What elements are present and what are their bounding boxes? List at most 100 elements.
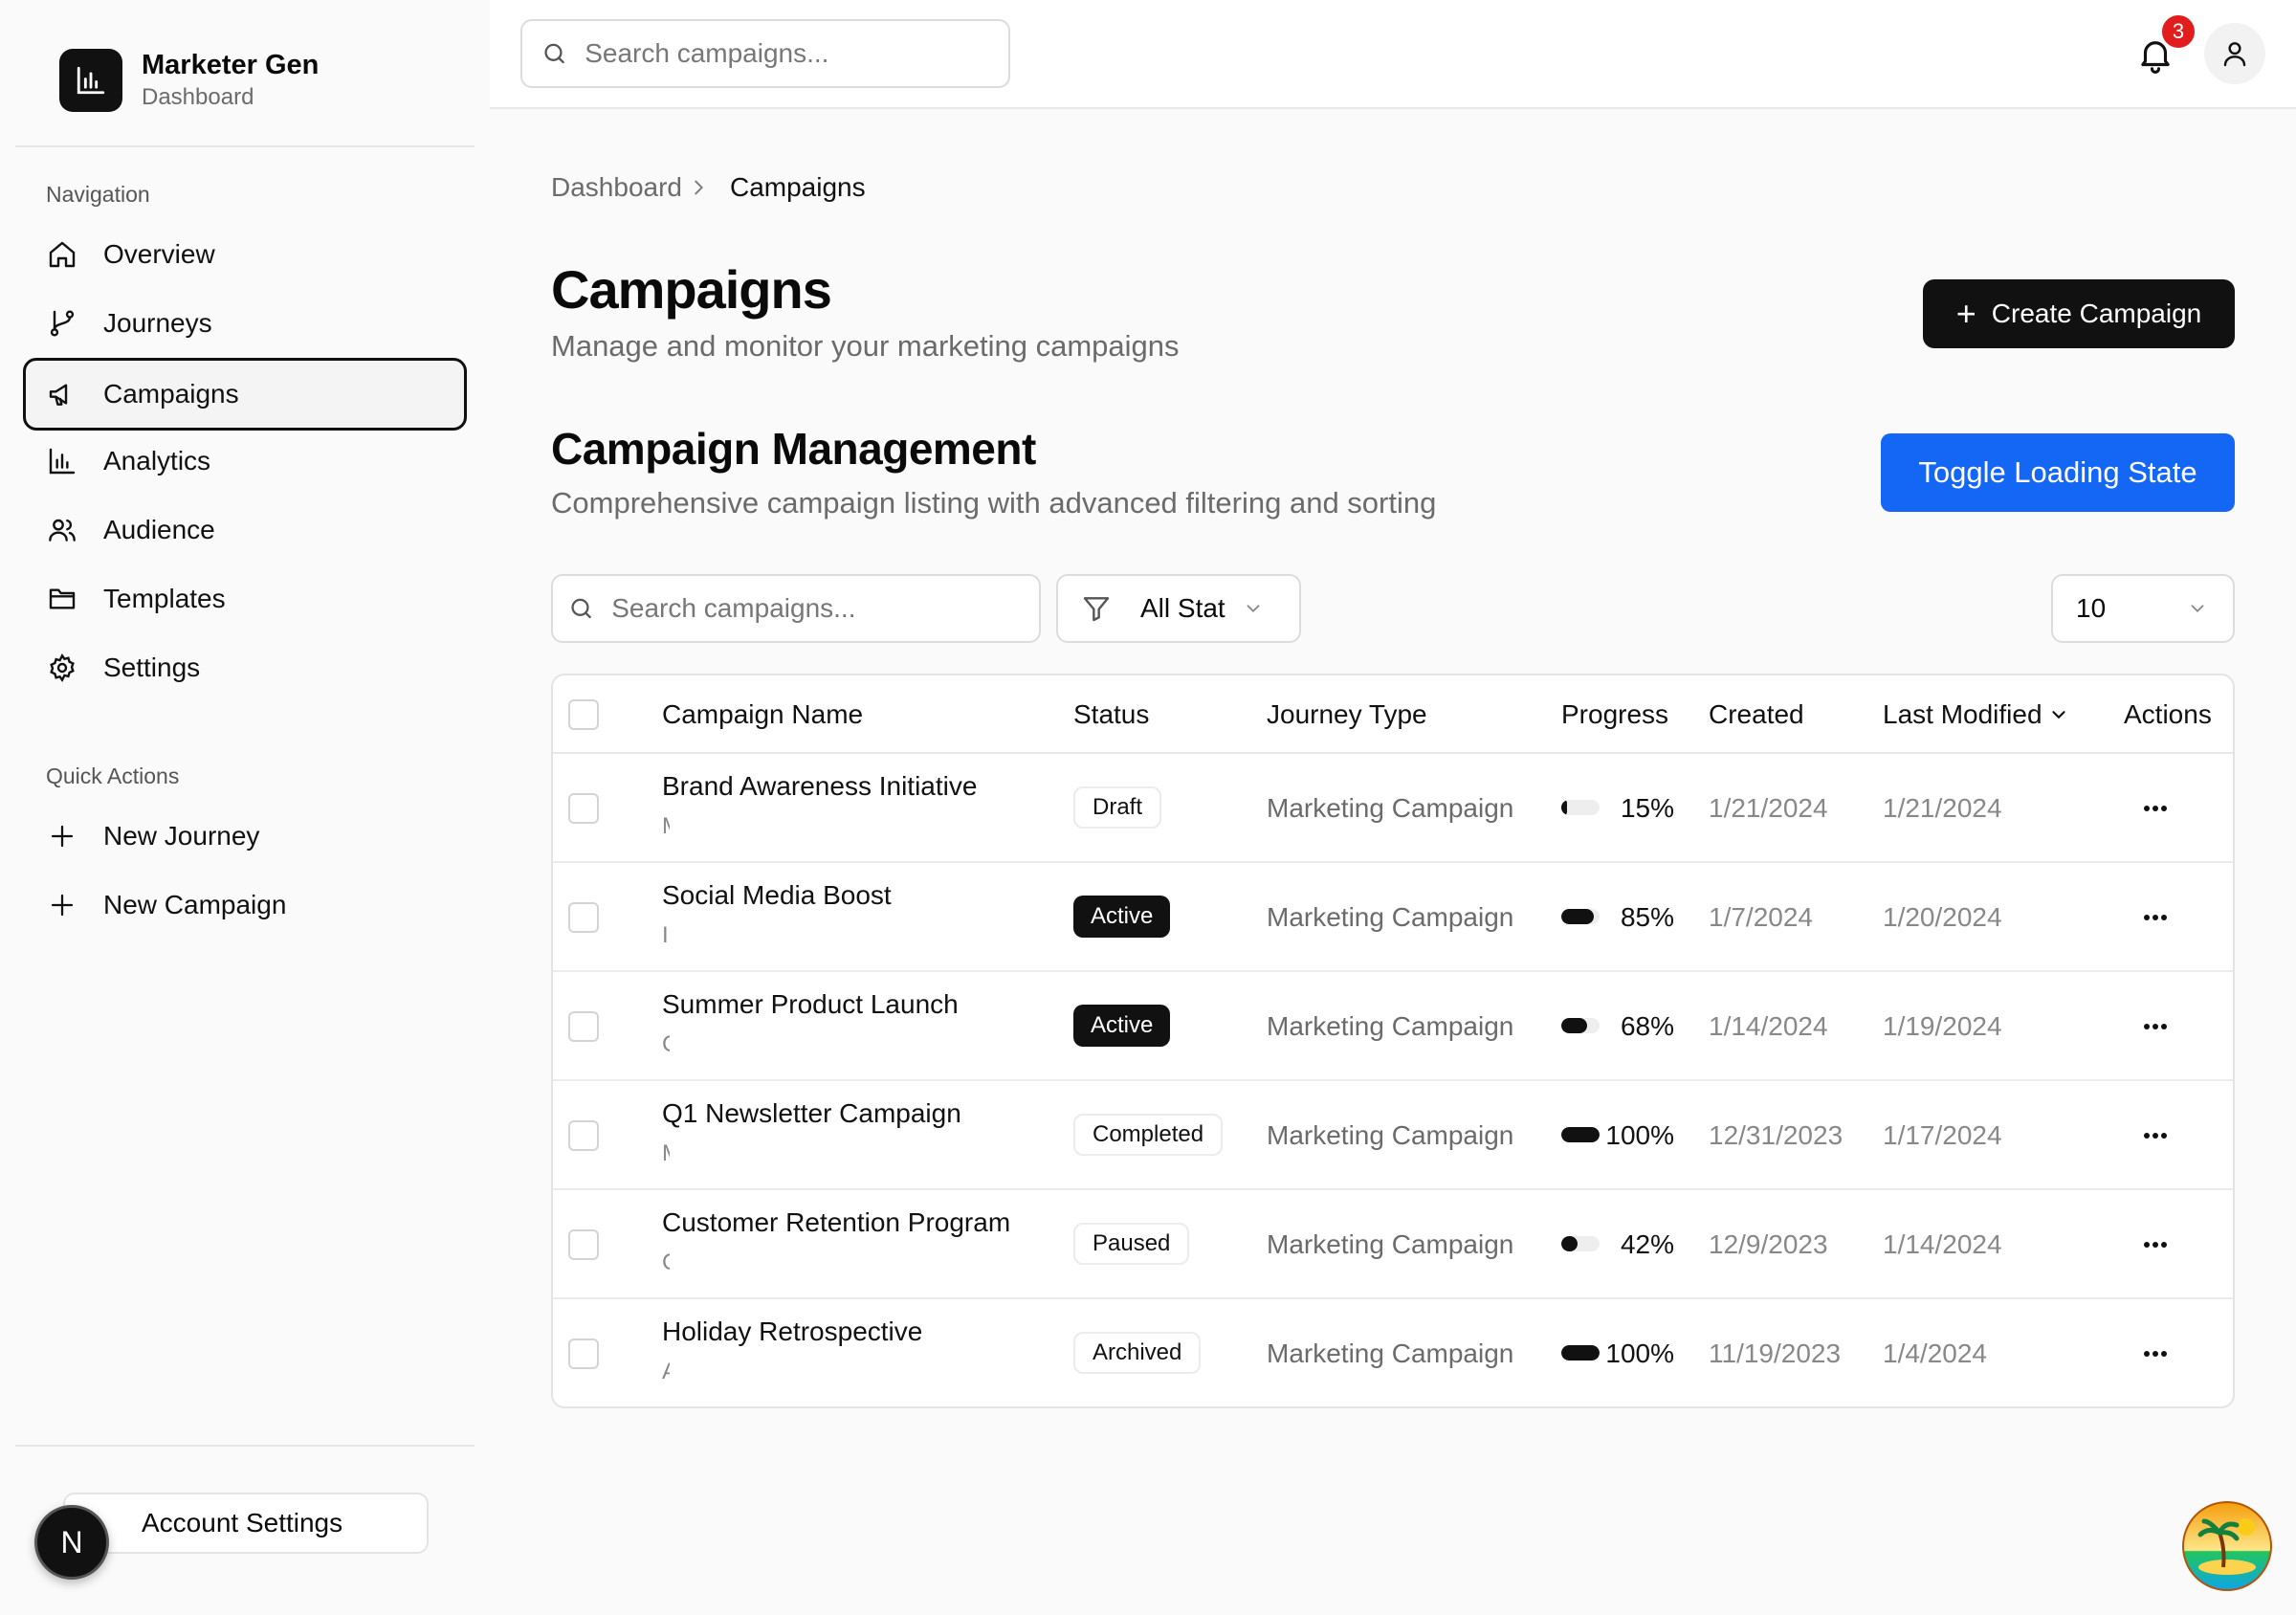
row-checkbox[interactable] — [568, 902, 599, 933]
campaign-name[interactable]: Q1 Newsletter Campaign — [662, 1098, 961, 1129]
table-row[interactable]: Summer Product Launch C Active Marketing Ca… — [553, 972, 2233, 1081]
assistant-avatar[interactable] — [2181, 1500, 2273, 1592]
toggle-loading-button[interactable]: Toggle Loading State — [1881, 433, 2235, 512]
progress-bar-fill — [1561, 1236, 1578, 1251]
campaign-description: I — [662, 922, 669, 948]
sort-desc-icon — [2051, 711, 2065, 719]
global-search[interactable] — [520, 19, 1010, 88]
modified-date: 1/17/2024 — [1883, 1120, 2002, 1150]
user-menu-button[interactable] — [2204, 23, 2265, 84]
progress-bar — [1561, 1127, 1600, 1142]
campaign-name[interactable]: Summer Product Launch — [662, 989, 959, 1020]
quick-action-label: New Journey — [103, 821, 260, 851]
app-subtitle: Dashboard — [142, 84, 254, 110]
table-row[interactable]: Holiday Retrospective A Archived Marketing … — [553, 1299, 2233, 1406]
journey-type: Marketing Campaign — [1267, 1011, 1514, 1041]
campaign-name[interactable]: Customer Retention Program — [662, 1207, 1010, 1238]
status-badge: Archived — [1073, 1332, 1202, 1374]
sidebar-item-label: Overview — [103, 239, 215, 269]
chevron-down-icon — [1247, 605, 1260, 613]
sidebar: Marketer Gen Dashboard Navigation Overvi… — [0, 0, 490, 1615]
sidebar-item-templates[interactable]: Templates — [23, 564, 467, 633]
table-search-input[interactable] — [611, 593, 1039, 624]
plus-icon: + — [1955, 294, 1976, 333]
filter-icon — [1083, 597, 1110, 622]
table-row[interactable]: Q1 Newsletter Campaign M Completed Marketin… — [553, 1081, 2233, 1190]
progress-bar — [1561, 1018, 1600, 1033]
table-row[interactable]: Social Media Boost I Active Marketing Campa… — [553, 863, 2233, 972]
sidebar-item-analytics[interactable]: Analytics — [23, 427, 467, 496]
modified-date: 1/4/2024 — [1883, 1338, 1987, 1368]
row-actions-menu-button[interactable] — [2141, 903, 2170, 932]
created-date: 12/31/2023 — [1709, 1120, 1843, 1150]
campaign-name[interactable]: Holiday Retrospective — [662, 1316, 922, 1347]
page-size-value: 10 — [2076, 593, 2107, 623]
row-checkbox[interactable] — [568, 1338, 599, 1369]
column-header-journey[interactable]: Journey Type — [1267, 675, 1427, 754]
sidebar-item-audience[interactable]: Audience — [23, 496, 467, 564]
sidebar-item-label: Campaigns — [103, 379, 239, 409]
section-subtitle: Comprehensive campaign listing with adva… — [551, 486, 1437, 520]
progress-bar-fill — [1561, 1018, 1588, 1033]
campaign-name[interactable]: Brand Awareness Initiative — [662, 771, 977, 802]
progress-bar-fill — [1561, 800, 1567, 815]
account-settings-button[interactable]: Account Settings — [63, 1493, 429, 1554]
search-input[interactable] — [585, 38, 1008, 69]
brand[interactable]: Marketer Gen Dashboard — [59, 48, 319, 113]
created-date: 11/19/2023 — [1709, 1338, 1842, 1368]
column-header-progress[interactable]: Progress — [1561, 675, 1668, 754]
sidebar-item-journeys[interactable]: Journeys — [23, 289, 467, 358]
page-size-select[interactable]: 10 — [2051, 574, 2235, 643]
user-icon — [2223, 42, 2246, 67]
row-checkbox[interactable] — [568, 1229, 599, 1260]
breadcrumb-dashboard-link[interactable]: Dashboard — [551, 172, 682, 203]
breadcrumb-current: Campaigns — [729, 172, 866, 202]
table-header: Campaign Name Status Journey Type Progre… — [553, 675, 2233, 754]
table-row[interactable]: Brand Awareness Initiative M Draft Marketin… — [553, 754, 2233, 863]
table-row[interactable]: Customer Retention Program C Paused Marketi… — [553, 1190, 2233, 1299]
progress-bar — [1561, 909, 1600, 924]
journey-type: Marketing Campaign — [1267, 1120, 1514, 1150]
row-actions-menu-button[interactable] — [2141, 1121, 2170, 1150]
status-filter-value: All Stat — [1140, 593, 1225, 623]
more-horizontal-icon — [2144, 915, 2167, 920]
progress-percent: 100% — [1605, 1338, 1674, 1368]
dev-tools-badge[interactable]: N — [34, 1505, 109, 1580]
campaign-description: M — [662, 1140, 670, 1167]
new-campaign-button[interactable]: New Campaign — [23, 871, 467, 940]
table-search[interactable] — [551, 574, 1041, 643]
column-header-modified[interactable]: Last Modified — [1883, 675, 2069, 754]
journey-type: Marketing Campaign — [1267, 1229, 1514, 1259]
sidebar-item-overview[interactable]: Overview — [23, 220, 467, 289]
row-actions-menu-button[interactable] — [2141, 1230, 2170, 1259]
sidebar-item-campaigns[interactable]: Campaigns — [23, 358, 467, 431]
topbar: 3 — [490, 0, 2296, 109]
chevron-right-icon — [695, 180, 703, 195]
select-all-checkbox[interactable] — [568, 699, 599, 730]
row-checkbox[interactable] — [568, 1120, 599, 1151]
row-actions-menu-button[interactable] — [2141, 1012, 2170, 1041]
progress-percent: 15% — [1620, 793, 1674, 823]
create-campaign-button[interactable]: + Create Campaign — [1923, 279, 2235, 348]
more-horizontal-icon — [2144, 1133, 2167, 1139]
row-actions-menu-button[interactable] — [2141, 794, 2170, 823]
sidebar-divider — [15, 145, 475, 147]
created-date: 12/9/2023 — [1709, 1229, 1828, 1259]
sidebar-item-settings[interactable]: Settings — [23, 633, 467, 702]
status-filter-select[interactable]: All Stat — [1056, 574, 1301, 643]
column-header-created[interactable]: Created — [1709, 675, 1804, 754]
row-actions-menu-button[interactable] — [2141, 1339, 2170, 1368]
git-branch-icon — [46, 307, 78, 340]
column-header-name[interactable]: Campaign Name — [662, 675, 863, 754]
new-journey-button[interactable]: New Journey — [23, 802, 467, 871]
progress-percent: 100% — [1605, 1120, 1674, 1150]
row-checkbox[interactable] — [568, 793, 599, 824]
campaign-name[interactable]: Social Media Boost — [662, 880, 892, 911]
progress-bar — [1561, 800, 1600, 815]
column-header-status[interactable]: Status — [1073, 675, 1149, 754]
more-horizontal-icon — [2144, 806, 2167, 811]
more-horizontal-icon — [2144, 1242, 2167, 1248]
row-checkbox[interactable] — [568, 1011, 599, 1042]
create-campaign-label: Create Campaign — [1991, 299, 2202, 328]
island-image-icon — [2182, 1501, 2272, 1591]
